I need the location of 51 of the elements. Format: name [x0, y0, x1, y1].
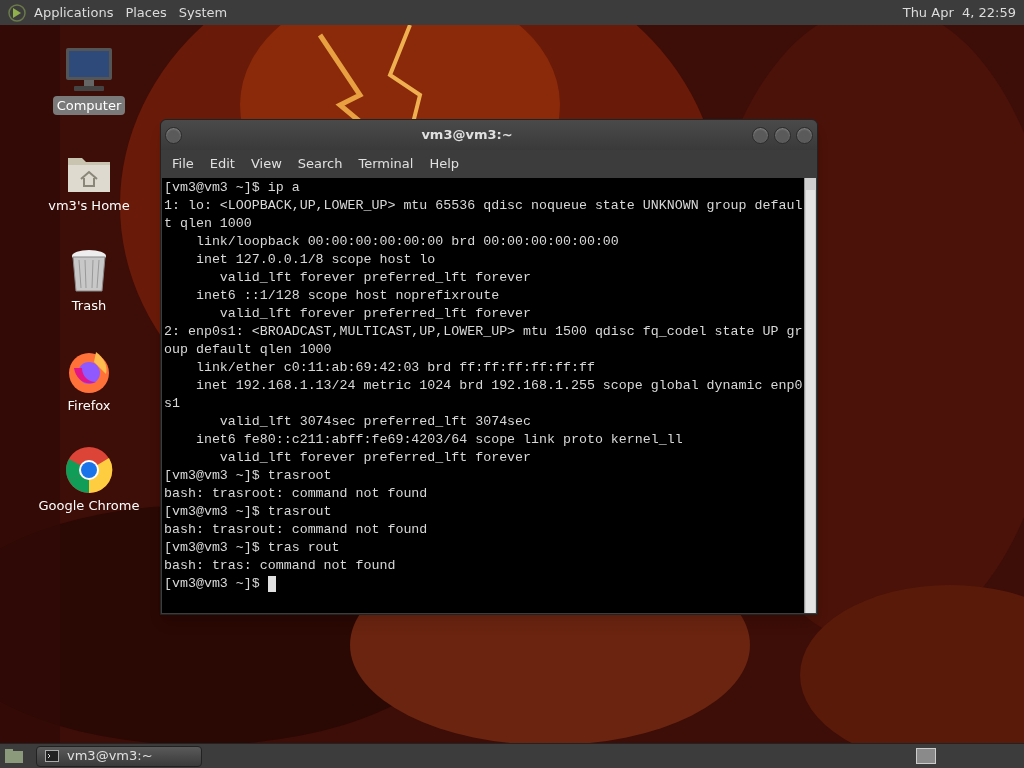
maximize-button[interactable]	[774, 126, 791, 144]
terminal-line: s1	[164, 395, 180, 413]
menu-item[interactable]: View	[242, 154, 290, 174]
terminal-line: 1: lo: <LOOPBACK,UP,LOWER_UP> mtu 65536 qdisc noqueue state UNKNOWN group defaul	[164, 197, 803, 215]
terminal-line: bash: tras: command not found	[164, 557, 396, 575]
close-button[interactable]	[796, 126, 813, 144]
minimize-button[interactable]	[752, 126, 769, 144]
workspace-switcher[interactable]	[916, 748, 936, 764]
terminal-line: valid_lft forever preferred_lft forever	[218, 305, 532, 323]
panel-menu[interactable]: System	[178, 2, 228, 23]
desktop-icon-label[interactable]: Google Chrome	[34, 495, 144, 515]
terminal-line: valid_lft forever preferred_lft forever	[218, 269, 532, 287]
desktop-icon-label[interactable]: vm3's Home	[44, 195, 134, 215]
trash-icon	[69, 247, 109, 294]
menu-logo-icon[interactable]	[8, 3, 26, 22]
panel-menu[interactable]: Applications	[34, 2, 114, 23]
terminal-line: [vm3@vm3 ~]$	[164, 575, 261, 593]
menu-item[interactable]: Edit	[201, 154, 243, 174]
terminal-line: oup default qlen 1000	[164, 341, 332, 359]
terminal-line: valid_lft forever preferred_lft forever	[218, 449, 532, 467]
window-title: vm3@vm3:~	[420, 126, 514, 145]
menu-item[interactable]: Search	[289, 154, 351, 174]
terminal-line: inet 192.168.1.13/24 metric 1024 brd 192.168.1.255 scope global dynamic enp0	[194, 377, 803, 395]
menu-item[interactable]: File	[164, 154, 202, 174]
terminal-line: [vm3@vm3 ~]$ trasroot	[164, 467, 332, 485]
taskbar-button[interactable]: vm3@vm3:~	[36, 745, 202, 767]
terminal-line: [vm3@vm3 ~]$ trasrout	[164, 503, 332, 521]
clock[interactable]: Thu Apr 4, 22:59	[902, 2, 1016, 23]
terminal-line: link/ether c0:11:ab:69:42:03 brd ff:ff:ff:ff:ff:ff	[194, 359, 595, 377]
terminal-line: inet6 ::1/128 scope host noprefixroute	[194, 287, 500, 305]
desktop-icon-label[interactable]: Trash	[67, 295, 111, 315]
terminal-line: [vm3@vm3 ~]$ tras rout	[164, 539, 340, 557]
terminal-line: 2: enp0s1: <BROADCAST,MULTICAST,UP,LOWER_UP> mtu 1500 qdisc fq_codel state UP gr	[164, 323, 803, 341]
terminal-line: bash: trasroot: command not found	[164, 485, 428, 503]
show-desktop-icon[interactable]	[4, 748, 24, 764]
terminal-line: inet6 fe80::c211:abff:fe69:4203/64 scope link proto kernel_ll	[194, 431, 683, 449]
menu-item[interactable]: Terminal	[350, 154, 422, 174]
terminal-line: t qlen 1000	[164, 215, 252, 233]
menu-item[interactable]: Help	[421, 154, 468, 174]
terminal-line: valid_lft 3074sec preferred_lft 3074sec	[218, 413, 532, 431]
window-menu-button[interactable]	[165, 126, 182, 144]
computer-icon	[64, 45, 114, 94]
terminal-line: inet 127.0.0.1/8 scope host lo	[194, 251, 436, 269]
desktop-icon-label[interactable]: Firefox	[63, 395, 115, 415]
terminal-line: [vm3@vm3 ~]$ ip a	[164, 179, 300, 197]
terminal-line: bash: trasrout: command not found	[164, 521, 428, 539]
chrome-icon	[65, 445, 113, 494]
scrollbar[interactable]	[804, 178, 816, 613]
terminal-line: link/loopback 00:00:00:00:00:00 brd 00:00:00:00:00:00	[194, 233, 619, 251]
panel-menu[interactable]: Places	[125, 2, 167, 23]
terminal-icon	[45, 750, 59, 762]
